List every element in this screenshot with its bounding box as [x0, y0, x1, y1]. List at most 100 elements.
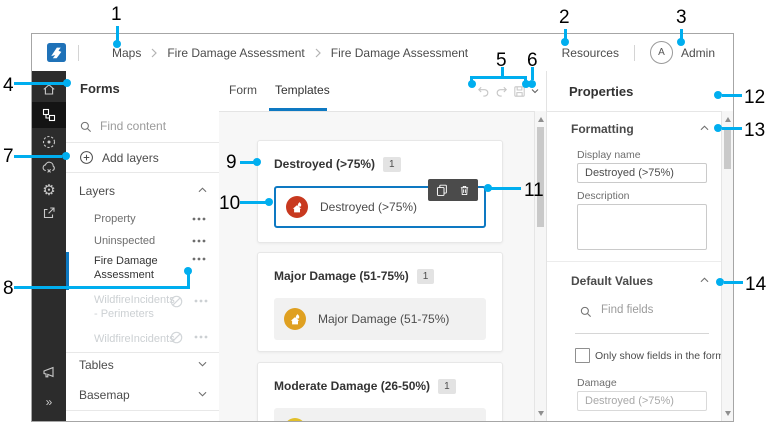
- display-name-label: Display name: [577, 149, 641, 161]
- layer-item-property[interactable]: Property: [94, 212, 180, 226]
- search-icon: [79, 120, 93, 139]
- nav-sharing-icon[interactable]: [32, 200, 66, 226]
- nav-feedback-icon[interactable]: [32, 359, 66, 385]
- chevron-down-icon[interactable]: [197, 360, 208, 368]
- template-card-destroyed[interactable]: Destroyed (>75%): [274, 186, 486, 228]
- damage-field-input[interactable]: [577, 391, 707, 411]
- callout-8: 8: [3, 279, 14, 298]
- template-group-destroyed: Destroyed (>75%)1 Destroyed (>75%): [257, 140, 503, 243]
- layer-item-uninspected[interactable]: Uninspected: [94, 234, 180, 248]
- find-content-input[interactable]: [100, 119, 205, 133]
- properties-title: Properties: [569, 84, 633, 99]
- user-menu[interactable]: Admin: [681, 46, 715, 60]
- callout-6: 6: [527, 51, 538, 70]
- resources-link[interactable]: Resources: [562, 46, 619, 60]
- layer-options-icon[interactable]: [194, 335, 208, 339]
- callout-4: 4: [3, 76, 14, 95]
- find-fields-input[interactable]: [601, 304, 701, 316]
- callout-dot: [561, 38, 569, 46]
- callout-11: 11: [524, 181, 544, 200]
- layers-section-header[interactable]: Layers: [79, 184, 115, 198]
- template-label: Destroyed (>75%): [320, 200, 417, 214]
- properties-header: Properties: [547, 71, 733, 112]
- properties-scrollbar[interactable]: [721, 111, 733, 421]
- callout-line: [187, 274, 190, 287]
- callout-dot: [528, 80, 536, 88]
- description-textarea[interactable]: [577, 204, 707, 250]
- app-window: Maps Fire Damage Assessment Fire Damage …: [31, 33, 734, 422]
- group-title: Destroyed (>75%): [274, 157, 375, 171]
- default-values-section-header[interactable]: Default Values: [571, 274, 653, 288]
- esri-logo-icon[interactable]: [47, 43, 66, 62]
- damage-field-label: Damage: [577, 377, 617, 389]
- undo-icon[interactable]: [475, 83, 491, 99]
- divider: [547, 261, 721, 262]
- callout-dot: [265, 198, 273, 206]
- callout-line: [722, 94, 742, 97]
- template-group-moderate: Moderate Damage (26-50%)1 Moderate Damag…: [257, 362, 503, 421]
- tables-section-header[interactable]: Tables: [79, 358, 114, 372]
- only-show-fields-checkbox[interactable]: [575, 348, 590, 363]
- header-right: Resources A Admin: [562, 41, 733, 64]
- template-card-major[interactable]: Major Damage (51-75%): [274, 298, 486, 340]
- template-hover-toolbar: [428, 179, 478, 201]
- redo-icon[interactable]: [493, 83, 509, 99]
- templates-scroll-area: Destroyed (>75%) 1 Destroyed (>75%): [219, 111, 534, 421]
- scroll-up-icon[interactable]: [722, 113, 734, 125]
- callout-dot: [184, 267, 192, 275]
- app-header: Maps Fire Damage Assessment Fire Damage …: [32, 34, 733, 72]
- templates-panel: Form Templates Destroyed: [219, 71, 546, 421]
- formatting-section-header[interactable]: Formatting: [571, 122, 634, 136]
- screenshot-root: 1 2 3 4 5 6 7 8 9 10 11 12 13 14: [0, 0, 772, 423]
- properties-panel: Properties Formatting Display name Descr…: [546, 71, 733, 421]
- layer-item-fire-damage-assessment[interactable]: Fire Damage Assessment: [94, 254, 180, 282]
- delete-icon[interactable]: [458, 184, 471, 197]
- display-name-input[interactable]: [577, 163, 707, 183]
- duplicate-icon[interactable]: [435, 183, 449, 197]
- group-title: Moderate Damage (26-50%): [274, 379, 430, 393]
- nav-forms-icon[interactable]: [32, 102, 66, 128]
- template-label: Major Damage (51-75%): [318, 312, 449, 326]
- moderate-damage-symbol-icon: [284, 418, 306, 421]
- layer-options-icon[interactable]: [192, 257, 206, 261]
- basemap-section-header[interactable]: Basemap: [79, 388, 130, 402]
- nav-expand-icon[interactable]: »: [32, 389, 66, 415]
- callout-14: 14: [745, 275, 766, 294]
- chevron-up-icon[interactable]: [197, 186, 208, 194]
- callout-5: 5: [496, 51, 507, 70]
- callout-dot: [716, 278, 724, 286]
- nav-geofences-icon[interactable]: [32, 129, 66, 155]
- breadcrumb-map-name[interactable]: Fire Damage Assessment: [167, 46, 304, 60]
- selected-layer-indicator: [66, 252, 69, 290]
- scrollbar-thumb[interactable]: [724, 127, 731, 169]
- scrollbar-thumb[interactable]: [537, 127, 544, 227]
- layer-item-wildfire-perimeters[interactable]: WildfireIncidents - Perimeters: [94, 293, 180, 321]
- layer-options-icon[interactable]: [192, 239, 206, 243]
- template-card-moderate[interactable]: Moderate Damage (26-50%): [274, 408, 486, 421]
- tab-templates[interactable]: Templates: [275, 83, 330, 97]
- forms-panel-title: Forms: [80, 81, 120, 96]
- chevron-down-icon[interactable]: [197, 390, 208, 398]
- callout-10: 10: [219, 194, 240, 213]
- divider: [66, 142, 219, 143]
- chevron-up-icon[interactable]: [699, 124, 710, 132]
- chevron-up-icon[interactable]: [699, 276, 710, 284]
- callout-line: [240, 201, 267, 204]
- header-divider: [634, 45, 635, 61]
- callout-dot: [253, 158, 261, 166]
- layer-item-wildfire-incidents[interactable]: WildfireIncidents: [94, 332, 180, 346]
- templates-scrollbar[interactable]: [534, 111, 546, 421]
- header-divider: [78, 45, 79, 61]
- layer-options-icon[interactable]: [192, 217, 206, 221]
- group-count-badge: 1: [417, 269, 435, 284]
- properties-scroll-area: Formatting Display name Description Defa…: [547, 111, 721, 421]
- layer-options-icon[interactable]: [194, 299, 208, 303]
- group-title: Major Damage (51-75%): [274, 269, 409, 283]
- add-layers-button[interactable]: Add layers: [102, 151, 159, 165]
- avatar[interactable]: A: [650, 41, 673, 64]
- search-underline: [575, 333, 709, 334]
- scroll-down-icon[interactable]: [722, 407, 734, 419]
- nav-home-icon[interactable]: [32, 76, 66, 102]
- breadcrumb-chevron-icon: [314, 48, 322, 58]
- tab-form[interactable]: Form: [229, 83, 257, 97]
